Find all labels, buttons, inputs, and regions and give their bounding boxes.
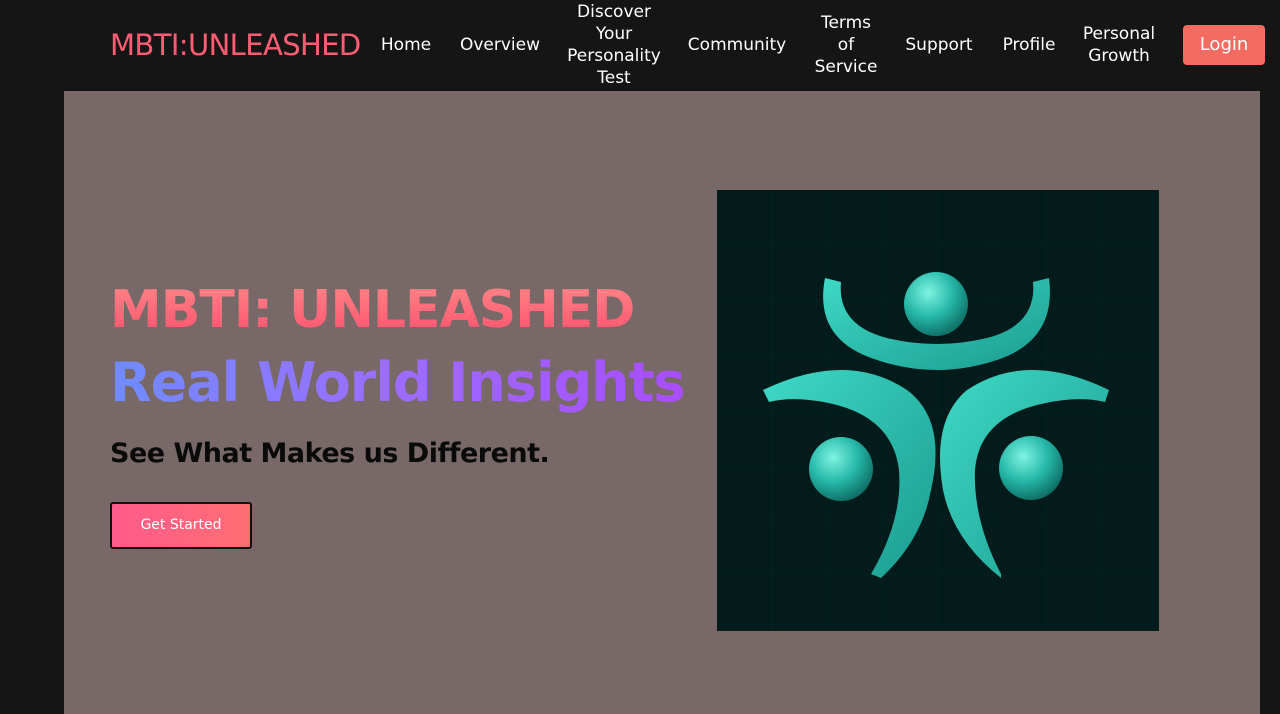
nav-overview[interactable]: Overview xyxy=(458,34,542,56)
nav-personal-growth[interactable]: Personal Growth xyxy=(1080,23,1158,67)
nav-profile[interactable]: Profile xyxy=(999,34,1059,56)
nav-support[interactable]: Support xyxy=(903,34,975,56)
get-started-button[interactable]: Get Started xyxy=(110,502,252,549)
hero-section: MBTI: UNLEASHED Real World Insights See … xyxy=(64,91,1260,714)
nav-discover-personality-test[interactable]: Discover Your Personality Test xyxy=(566,1,662,89)
nav-terms-of-service[interactable]: Terms of Service xyxy=(812,12,880,78)
top-navbar: MBTI:UNLEASHED Home Overview Discover Yo… xyxy=(0,0,1280,91)
nav-home[interactable]: Home xyxy=(380,34,432,56)
brand-logo-text[interactable]: MBTI:UNLEASHED xyxy=(110,26,361,64)
logo-image xyxy=(717,190,1159,631)
three-people-teal-logo-icon xyxy=(717,190,1159,631)
nav-community[interactable]: Community xyxy=(686,34,788,56)
login-button[interactable]: Login xyxy=(1183,25,1265,65)
hero-subtitle: Real World Insights xyxy=(110,351,686,414)
hero-tagline: See What Makes us Different. xyxy=(110,438,550,469)
hero-title: MBTI: UNLEASHED xyxy=(110,277,635,343)
